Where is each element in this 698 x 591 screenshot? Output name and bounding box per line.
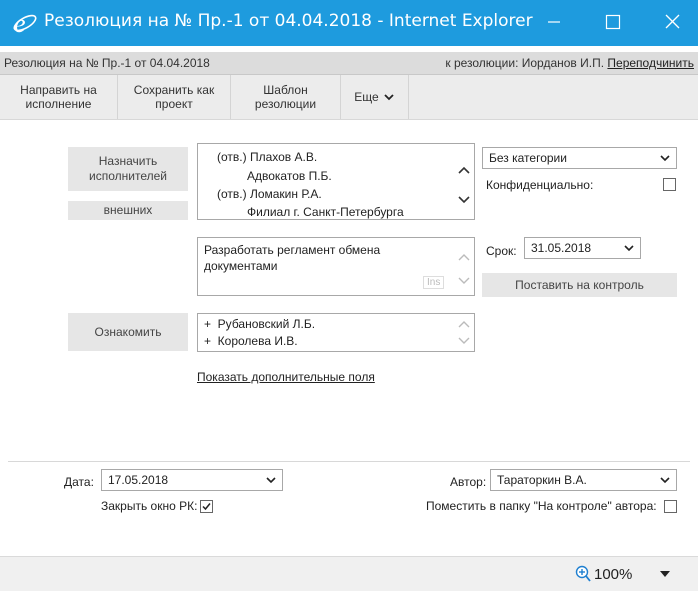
folder-control-label: Поместить в папку "На контроле" автора: bbox=[426, 499, 657, 513]
scroll-up-icon[interactable] bbox=[457, 318, 471, 330]
document-infobar: Резолюция на № Пр.-1 от 04.04.2018 к рез… bbox=[0, 52, 698, 75]
author-select[interactable]: Тараторкин В.А. bbox=[490, 469, 677, 491]
parent-resolution: к резолюции: Иорданов И.П. Переподчинить bbox=[445, 56, 694, 70]
chevron-down-icon bbox=[384, 94, 394, 101]
confidential-checkbox[interactable] bbox=[663, 178, 676, 191]
deadline-select[interactable]: 31.05.2018 bbox=[524, 237, 641, 259]
zoom-level[interactable]: 100% bbox=[594, 566, 632, 583]
scroll-up-icon[interactable] bbox=[457, 251, 471, 263]
external-executors-label: внешних bbox=[103, 203, 153, 217]
parent-resolution-label: к резолюции: Иорданов И.П. bbox=[445, 56, 605, 70]
send-to-execution-button[interactable]: Направить на исполнение bbox=[0, 75, 118, 119]
external-executors-button[interactable]: внешних bbox=[68, 201, 188, 220]
acquaint-button[interactable]: Ознакомить bbox=[68, 313, 188, 351]
date-select[interactable]: 17.05.2018 bbox=[101, 469, 283, 491]
zoom-dropdown-icon[interactable] bbox=[659, 569, 671, 579]
category-value: Без категории bbox=[489, 151, 567, 165]
template-button[interactable]: Шаблон резолюции bbox=[231, 75, 341, 119]
author-label: Автор: bbox=[450, 475, 487, 489]
internet-explorer-icon: e bbox=[13, 9, 37, 36]
date-label: Дата: bbox=[64, 475, 94, 489]
divider bbox=[8, 461, 690, 462]
maximize-button[interactable] bbox=[598, 8, 628, 36]
reassign-link[interactable]: Переподчинить bbox=[607, 56, 694, 70]
date-value: 17.05.2018 bbox=[108, 473, 169, 487]
window-title: Резолюция на № Пр.-1 от 04.04.2018 - Int… bbox=[44, 11, 533, 31]
window-titlebar: e Резолюция на № Пр.-1 от 04.04.2018 - I… bbox=[0, 0, 698, 46]
statusbar: 100% bbox=[0, 556, 698, 591]
close-rk-checkbox[interactable] bbox=[200, 500, 213, 513]
more-label: Еще bbox=[354, 90, 379, 104]
svg-text:e: e bbox=[14, 9, 26, 36]
chevron-down-icon bbox=[660, 155, 670, 162]
executor-item[interactable]: (отв.) Плахов А.В. bbox=[217, 150, 317, 164]
set-control-label: Поставить на контроль bbox=[515, 277, 644, 292]
template-label: Шаблон резолюции bbox=[254, 83, 317, 111]
task-text: Разработать регламент обмена документами bbox=[204, 243, 381, 273]
chevron-down-icon bbox=[660, 477, 670, 484]
set-control-button[interactable]: Поставить на контроль bbox=[482, 273, 677, 297]
save-as-draft-button[interactable]: Сохранить как проект bbox=[118, 75, 231, 119]
executor-item[interactable]: Филиал г. Санкт-Петербурга bbox=[247, 205, 404, 219]
deadline-label: Срок: bbox=[486, 244, 517, 258]
folder-control-checkbox[interactable] bbox=[664, 500, 677, 513]
executor-item[interactable]: (отв.) Ломакин Р.А. bbox=[217, 187, 322, 201]
show-more-fields-link[interactable]: Показать дополнительные поля bbox=[197, 370, 375, 384]
toolbar: Направить на исполнение Сохранить как пр… bbox=[0, 75, 698, 120]
chevron-down-icon bbox=[266, 477, 276, 484]
acquaint-item[interactable]: + Рубановский Л.Б. bbox=[204, 317, 315, 331]
confidential-label: Конфиденциально: bbox=[486, 178, 594, 192]
minimize-icon bbox=[548, 21, 560, 23]
acquaint-item[interactable]: + Королева И.В. bbox=[204, 334, 298, 348]
insert-mode-indicator: Ins bbox=[423, 276, 445, 289]
document-title: Резолюция на № Пр.-1 от 04.04.2018 bbox=[4, 56, 210, 70]
scroll-down-icon[interactable] bbox=[457, 194, 471, 206]
executors-list[interactable]: (отв.) Плахов А.В. Адвокатов П.Б. (отв.)… bbox=[197, 143, 475, 220]
scroll-up-icon[interactable] bbox=[457, 164, 471, 176]
assign-executors-label: Назначить исполнителей bbox=[89, 154, 167, 183]
acquaint-list[interactable]: + Рубановский Л.Б. + Королева И.В. bbox=[197, 313, 475, 352]
save-as-draft-label: Сохранить как проект bbox=[133, 83, 215, 111]
send-to-execution-label: Направить на исполнение bbox=[20, 83, 97, 111]
maximize-icon bbox=[605, 14, 621, 30]
task-textarea[interactable]: Разработать регламент обмена документами… bbox=[197, 237, 475, 296]
assign-executors-button[interactable]: Назначить исполнителей bbox=[68, 147, 188, 191]
author-value: Тараторкин В.А. bbox=[497, 473, 587, 487]
scroll-down-icon[interactable] bbox=[457, 335, 471, 347]
scroll-down-icon[interactable] bbox=[457, 275, 471, 287]
close-button[interactable] bbox=[657, 8, 687, 36]
acquaint-label: Ознакомить bbox=[94, 324, 162, 339]
more-button[interactable]: Еще bbox=[341, 75, 409, 119]
checkmark-icon bbox=[202, 503, 211, 511]
deadline-value: 31.05.2018 bbox=[531, 241, 592, 255]
chevron-down-icon bbox=[624, 245, 634, 252]
minimize-button[interactable] bbox=[539, 8, 569, 36]
category-select[interactable]: Без категории bbox=[482, 147, 677, 169]
executor-item[interactable]: Адвокатов П.Б. bbox=[247, 169, 332, 183]
close-icon bbox=[665, 14, 680, 29]
zoom-in-icon[interactable] bbox=[575, 565, 591, 583]
close-rk-label: Закрыть окно РК: bbox=[101, 499, 198, 513]
